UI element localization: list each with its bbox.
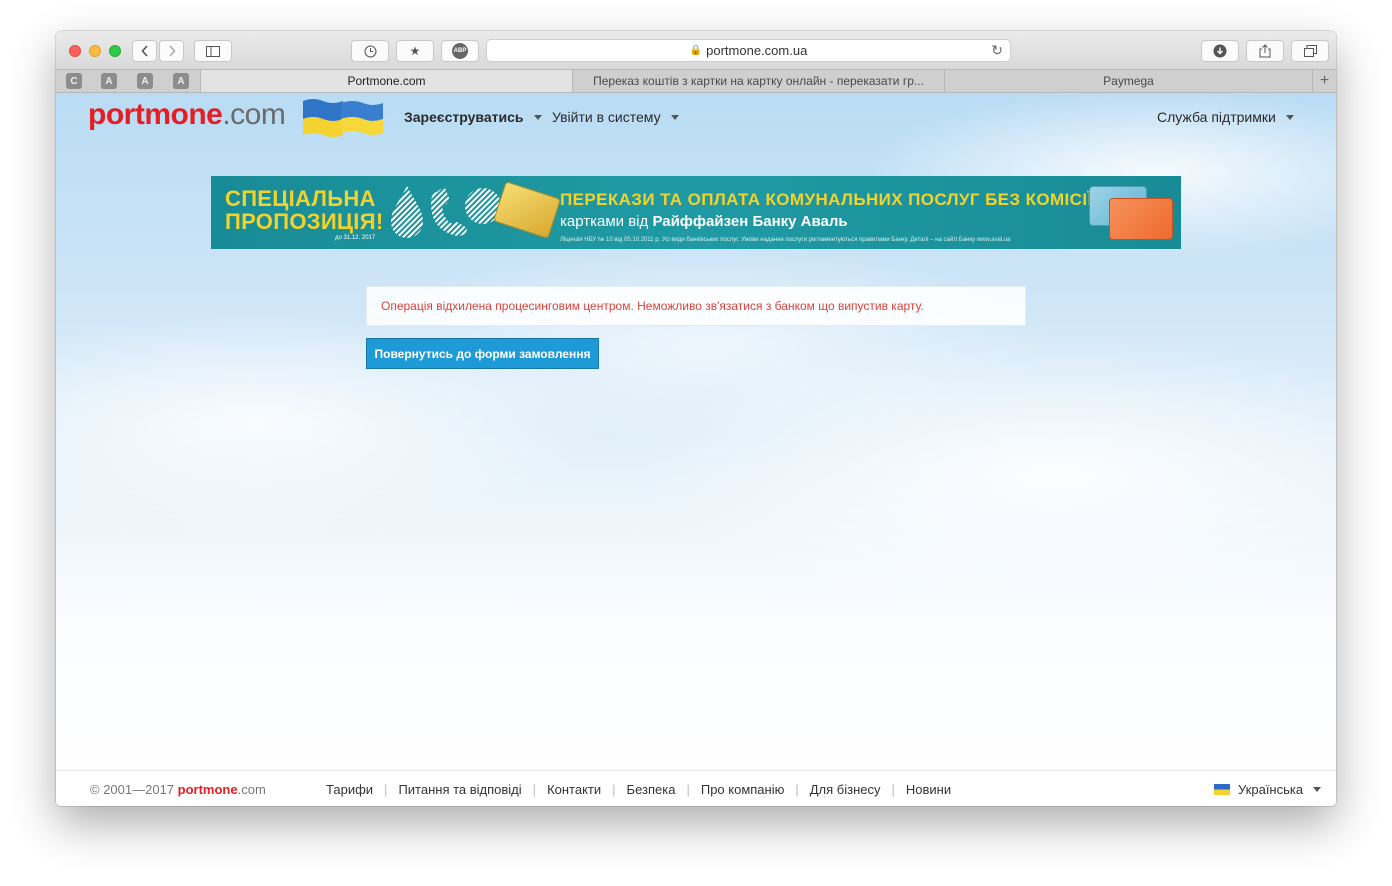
footer-link-security[interactable]: Безпека xyxy=(627,782,676,797)
separator: | xyxy=(686,782,690,797)
bookmark-button[interactable]: ★ xyxy=(396,40,434,62)
browser-toolbar: ★ ABP 🔒 portmone.com.ua ↻ xyxy=(56,31,1336,69)
footer-link-news[interactable]: Новини xyxy=(906,782,951,797)
register-menu[interactable]: Зареєструватись xyxy=(404,109,542,125)
url-text: portmone.com.ua xyxy=(706,43,808,58)
tab-bar: C A A A Portmone.com Переказ коштів з ка… xyxy=(56,69,1336,93)
new-tab-button[interactable]: + xyxy=(1312,70,1336,92)
tab-portmone[interactable]: Portmone.com xyxy=(200,70,572,92)
banner-date: до 31.12. 2017 xyxy=(335,235,376,241)
pinned-tab-3[interactable]: A xyxy=(137,73,153,89)
footer-links: Тарифи | Питання та відповіді | Контакти… xyxy=(326,782,951,797)
error-text: Операція відхилена процесинговим центром… xyxy=(381,299,924,313)
sidebar-icon xyxy=(206,45,220,57)
reload-icon[interactable]: ↻ xyxy=(991,42,1003,59)
footer-link-tariffs[interactable]: Тарифи xyxy=(326,782,373,797)
adblock-icon: ABP xyxy=(452,43,468,59)
support-menu[interactable]: Служба підтримки xyxy=(1157,109,1294,125)
language-selector[interactable]: Українська xyxy=(1214,782,1322,797)
separator: | xyxy=(612,782,616,797)
tabs-icon xyxy=(1303,45,1317,57)
history-icon xyxy=(364,45,376,57)
sidebar-button[interactable] xyxy=(194,40,232,62)
separator: | xyxy=(384,782,388,797)
address-bar[interactable]: 🔒 portmone.com.ua ↻ xyxy=(486,39,1011,62)
footer-logo-grey: .com xyxy=(237,782,266,797)
banner-fine-print: Ліцензія НБУ № 10 від 05.10.2011 р. Усі … xyxy=(560,237,1011,243)
error-message: Операція відхилена процесинговим центром… xyxy=(366,286,1026,326)
back-button[interactable] xyxy=(132,40,157,62)
banner-subtitle: картками від Райффайзен Банку Аваль xyxy=(560,213,848,230)
copyright: © 2001—2017 portmone.com xyxy=(90,782,266,797)
show-tabs-button[interactable] xyxy=(1291,40,1329,62)
tab-card-transfer[interactable]: Переказ коштів з картки на картку онлайн… xyxy=(572,70,944,92)
pinned-tab-2[interactable]: A xyxy=(101,73,117,89)
browser-window: ★ ABP 🔒 portmone.com.ua ↻ C A A A Portmo… xyxy=(56,31,1336,806)
orange-card xyxy=(1109,198,1173,240)
banner-title: ПЕРЕКАЗИ ТА ОПЛАТА КОМУНАЛЬНИХ ПОСЛУГ БЕ… xyxy=(560,190,1093,209)
back-to-order-form-button[interactable]: Повернутись до форми замовлення xyxy=(366,338,599,369)
separator: | xyxy=(532,782,537,797)
minimize-window-button[interactable] xyxy=(89,45,101,57)
footer-logo-red: portmone xyxy=(177,782,238,797)
footer-link-faq[interactable]: Питання та відповіді xyxy=(398,782,521,797)
banner-bank-name: Райффайзен Банку Аваль xyxy=(652,213,848,230)
caret-down-icon xyxy=(1313,787,1322,792)
banner-left-line2: ПРОПОЗИЦІЯ! xyxy=(225,209,384,234)
separator: | xyxy=(795,782,799,797)
ukraine-flag-image xyxy=(303,99,383,137)
zoom-window-button[interactable] xyxy=(109,45,121,57)
forward-button[interactable] xyxy=(159,40,184,62)
register-label: Зареєструватись xyxy=(404,109,524,125)
caret-down-icon xyxy=(670,114,679,120)
logo-text-grey: .com xyxy=(222,98,286,131)
footer: © 2001—2017 portmone.com Тарифи | Питанн… xyxy=(56,770,1336,806)
forward-icon xyxy=(168,45,176,57)
adblock-button[interactable]: ABP xyxy=(441,40,479,62)
share-icon xyxy=(1259,44,1271,58)
footer-link-business[interactable]: Для бізнесу xyxy=(810,782,881,797)
banner-sub-prefix: картками від xyxy=(560,213,653,230)
language-label: Українська xyxy=(1238,782,1304,797)
footer-link-contacts[interactable]: Контакти xyxy=(547,782,601,797)
support-label: Служба підтримки xyxy=(1157,109,1276,125)
downloads-button[interactable] xyxy=(1201,40,1239,62)
footer-link-about[interactable]: Про компанію xyxy=(701,782,785,797)
banner-special-offer: СПЕЦІАЛЬНА ПРОПОЗИЦІЯ! xyxy=(225,187,383,233)
copyright-text: © 2001—2017 xyxy=(90,782,178,797)
bank-cards-image xyxy=(1089,186,1173,242)
caret-down-icon xyxy=(1285,114,1294,120)
history-button[interactable] xyxy=(351,40,389,62)
back-icon xyxy=(140,45,148,57)
tab-paymega[interactable]: Paymega xyxy=(944,70,1312,92)
page-content: portmone.com Зареєструватись Увійти в си… xyxy=(56,93,1336,806)
caret-down-icon xyxy=(533,114,542,120)
ukraine-flag-icon xyxy=(1214,784,1230,795)
bank-card-image xyxy=(492,181,562,239)
pinned-tab-1[interactable]: C xyxy=(66,73,82,89)
promo-banner[interactable]: СПЕЦІАЛЬНА ПРОПОЗИЦІЯ! до 31.12. 2017 ПЕ… xyxy=(211,176,1181,249)
share-button[interactable] xyxy=(1246,40,1284,62)
close-window-button[interactable] xyxy=(69,45,81,57)
login-menu[interactable]: Увійти в систему xyxy=(552,109,679,125)
download-icon xyxy=(1213,44,1227,58)
bookmark-star-icon: ★ xyxy=(409,44,421,58)
portmone-logo[interactable]: portmone.com xyxy=(88,98,286,132)
banner-left-line1: СПЕЦІАЛЬНА xyxy=(225,186,376,211)
separator: | xyxy=(891,782,895,797)
utility-icons xyxy=(391,186,501,238)
login-label: Увійти в систему xyxy=(552,109,661,125)
logo-text-red: portmone xyxy=(88,98,223,131)
lock-icon: 🔒 xyxy=(689,45,703,56)
pinned-tab-4[interactable]: A xyxy=(173,73,189,89)
